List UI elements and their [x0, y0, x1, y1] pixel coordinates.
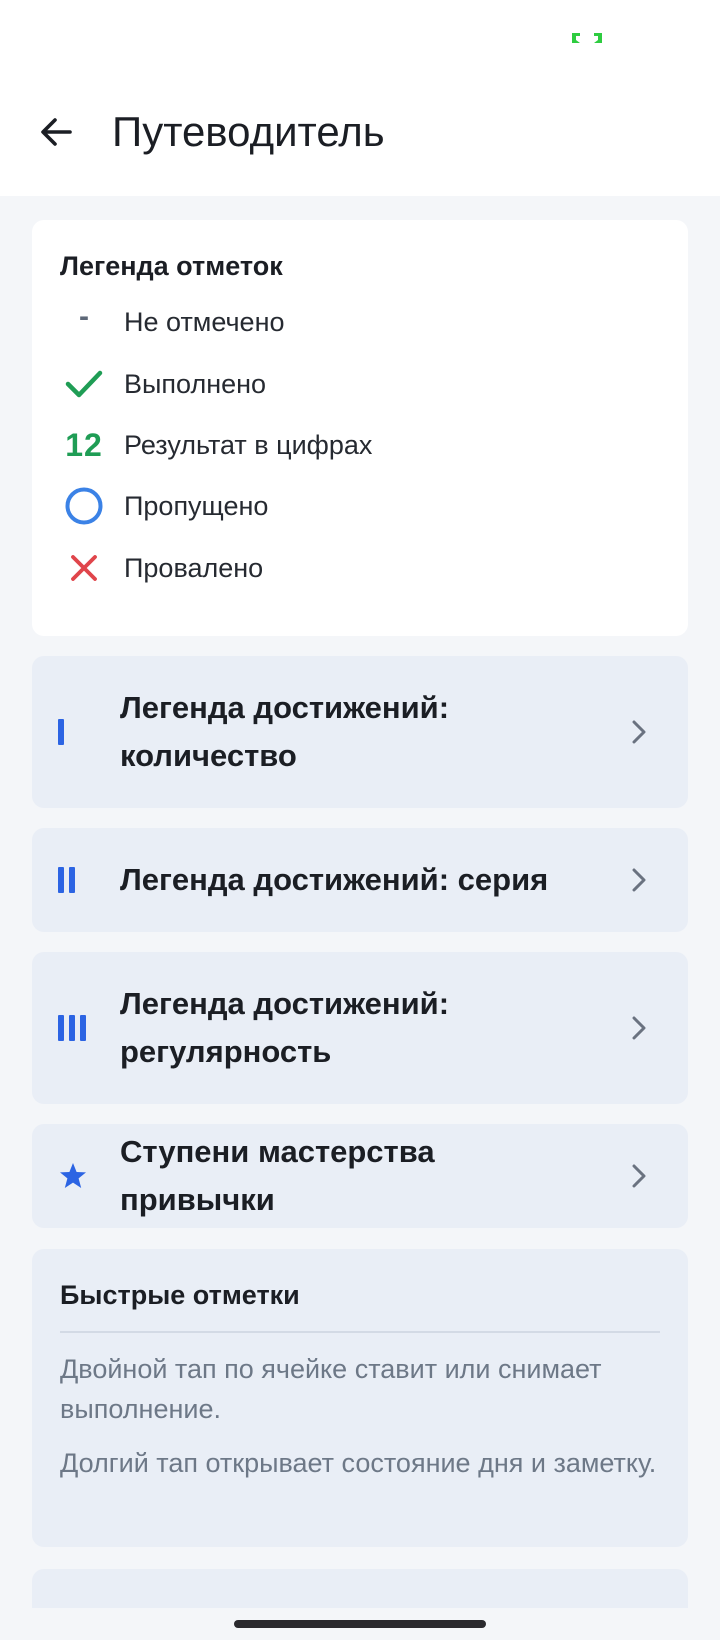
arrow-back-icon — [41, 118, 72, 146]
chevron-right-icon — [632, 868, 646, 892]
next-card[interactable] — [32, 1569, 688, 1608]
chevron-right-icon — [632, 1016, 646, 1040]
legend-heading: Легенда отметок — [60, 251, 283, 281]
legend-item-number: 12 Результат в цифрах — [60, 417, 660, 473]
legend-item-label: Результат в цифрах — [124, 429, 373, 460]
star-icon — [58, 1161, 88, 1191]
tip-text: Двойной тап по ячейке ставит или снимает… — [60, 1354, 602, 1424]
nav-card-label: Легенда достижений: количество — [120, 690, 450, 773]
quick-marks-card: Быстрые отметки Двойной тап по ячейке ст… — [32, 1249, 688, 1547]
mastery-levels-card[interactable]: Ступени мастерства привычки — [32, 1124, 688, 1228]
back-button[interactable] — [24, 100, 88, 164]
achievements-regularity-card[interactable]: Легенда достижений: регулярность — [32, 952, 688, 1104]
legend-item-skipped: Пропущено — [60, 478, 660, 534]
legend-item-label: Не отмечено — [124, 306, 285, 337]
home-indicator[interactable] — [234, 1620, 486, 1628]
legend-item-failed: Провалено — [60, 540, 660, 596]
nav-card-label: Легенда достижений: серия — [120, 862, 549, 897]
roman-one-icon — [58, 719, 69, 745]
legend-item-done: Выполнено — [60, 356, 660, 412]
chevron-right-icon — [632, 720, 646, 744]
legend-item-label: Выполнено — [124, 368, 267, 399]
cross-icon — [60, 544, 108, 592]
number-icon: 12 — [65, 426, 103, 463]
nav-card-label: Ступени мастерства привычки — [120, 1134, 435, 1217]
quick-marks-heading: Быстрые отметки — [60, 1280, 300, 1310]
roman-two-icon — [58, 867, 80, 893]
status-indicator-icon — [572, 33, 602, 43]
status-bar — [0, 0, 720, 78]
dash-icon: - — [79, 300, 89, 333]
tip-text: Долгий тап открывает состояние дня и зам… — [60, 1448, 657, 1478]
roman-three-icon — [58, 1015, 91, 1041]
legend-item-label: Провалено — [124, 552, 264, 583]
legend-card: Легенда отметок - Не отмечено Выполнено … — [32, 220, 688, 636]
legend-item-label: Пропущено — [124, 490, 269, 521]
divider — [60, 1331, 660, 1333]
chevron-right-icon — [632, 1164, 646, 1188]
legend-item-unmarked: - Не отмечено — [60, 294, 660, 350]
achievements-count-card[interactable]: Легенда достижений: количество — [32, 656, 688, 808]
circle-icon — [60, 482, 108, 530]
nav-card-label: Легенда достижений: регулярность — [120, 986, 450, 1069]
guide-content[interactable]: Легенда отметок - Не отмечено Выполнено … — [0, 196, 720, 1608]
app-bar: Путеводитель — [0, 78, 720, 196]
achievements-streak-card[interactable]: Легенда достижений: серия — [32, 828, 688, 932]
check-icon — [60, 360, 108, 408]
page-title: Путеводитель — [112, 108, 385, 155]
